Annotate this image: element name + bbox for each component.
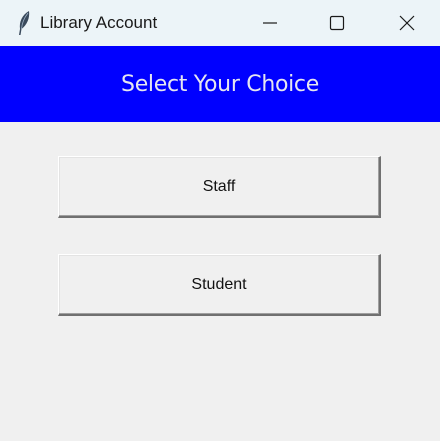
library-account-window: Library Account Select Your Choice Staff…: [0, 0, 440, 441]
staff-button[interactable]: Staff: [58, 156, 381, 218]
feather-icon: [11, 8, 37, 38]
close-icon[interactable]: [384, 0, 430, 46]
minimize-icon[interactable]: [247, 0, 293, 46]
window-title: Library Account: [40, 13, 158, 32]
student-button[interactable]: Student: [58, 254, 381, 316]
title-bar[interactable]: Library Account: [0, 0, 440, 46]
maximize-icon[interactable]: [314, 0, 360, 46]
header-title: Select Your Choice: [121, 71, 319, 97]
header-banner: Select Your Choice: [0, 46, 440, 122]
